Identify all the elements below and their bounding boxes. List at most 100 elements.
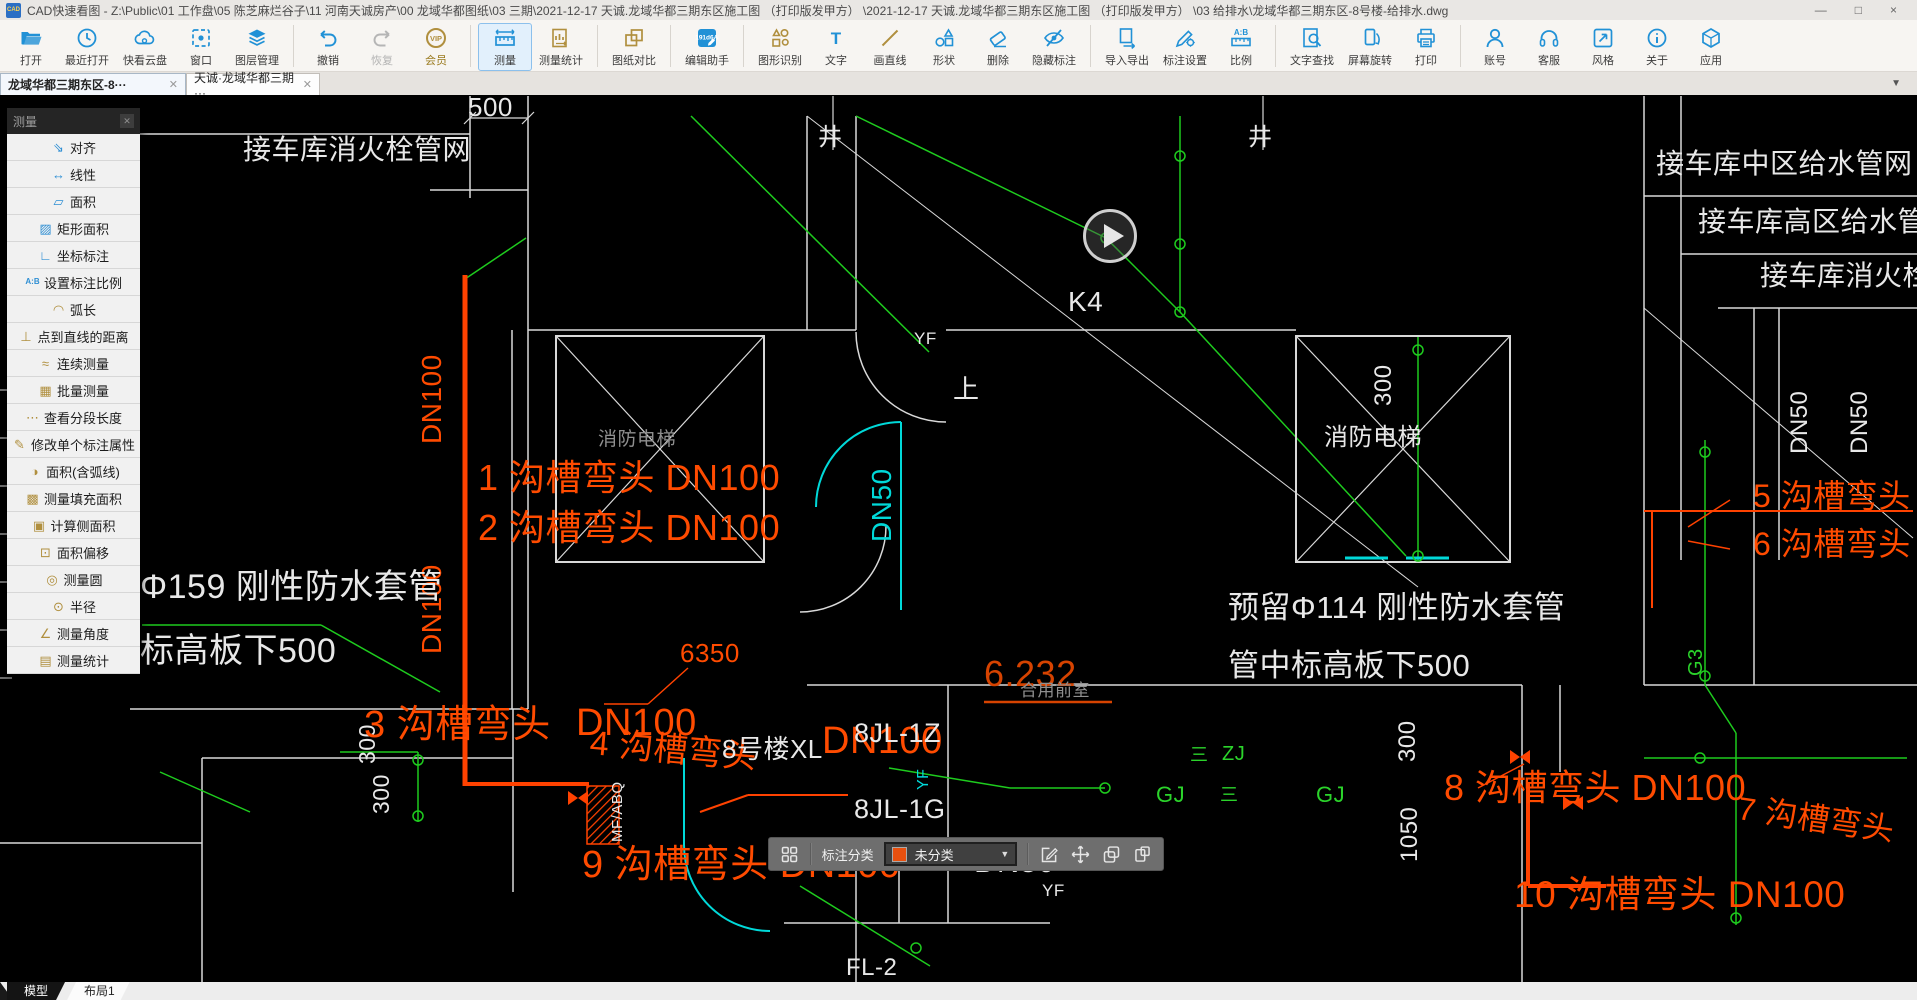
- measure-tool-18[interactable]: ⊙ 半径: [7, 593, 140, 620]
- toolbar-button-cadedit[interactable]: #2191d6AD 编辑助手: [678, 23, 736, 71]
- measure-tool-11[interactable]: ⋯ 查看分段长度: [7, 404, 140, 431]
- toolbar-button-ruler[interactable]: 测量: [478, 23, 532, 71]
- toolbar-button-undo[interactable]: 撤销: [301, 23, 355, 71]
- toolbar-button-clock[interactable]: 最近打开: [58, 23, 116, 71]
- measure-tool-10[interactable]: ▦ 批量测量: [7, 377, 140, 404]
- vip-icon: VIP: [424, 26, 448, 50]
- tab-close-icon[interactable]: ✕: [303, 78, 312, 91]
- toolbar-button-folder[interactable]: 打开: [4, 23, 58, 71]
- measure-tool-icon: ▣: [32, 517, 46, 533]
- measure-tool-13[interactable]: ◑ 面积(含弧线): [7, 458, 140, 485]
- measure-tool-7[interactable]: ◠ 弧长: [7, 296, 140, 323]
- measure-tool-8[interactable]: ⊥ 点到直线的距离: [7, 323, 140, 350]
- measure-tool-6[interactable]: A:B 设置标注比例: [7, 269, 140, 296]
- toolbar-button-window[interactable]: 窗口: [174, 23, 228, 71]
- measure-tool-19[interactable]: ∠ 测量角度: [7, 620, 140, 647]
- toolbar-button-layers[interactable]: 图层管理: [228, 23, 286, 71]
- play-button[interactable]: [1083, 209, 1137, 263]
- cad-annotation-text: 标高板下500: [140, 632, 337, 670]
- measure-tool-icon: ⇘: [53, 139, 64, 155]
- toolbar-button-print[interactable]: 打印: [1399, 23, 1453, 71]
- toolbar-button-shapes[interactable]: 形状: [917, 23, 971, 71]
- measure-panel-header[interactable]: 测量 ✕: [7, 108, 140, 134]
- close-button[interactable]: ×: [1890, 4, 1897, 16]
- toolbar-button-label: 恢复: [371, 55, 393, 67]
- grid-icon[interactable]: [779, 844, 800, 865]
- measure-tool-2[interactable]: ↔ 线性: [7, 161, 140, 188]
- classify-dropdown[interactable]: 未分类 ▼: [883, 842, 1018, 866]
- folder-icon: [19, 26, 43, 50]
- headset-icon: [1537, 26, 1561, 50]
- measure-tool-icon: ⊡: [40, 544, 51, 560]
- toolbar-button-headset[interactable]: 客服: [1522, 23, 1576, 71]
- move-icon[interactable]: [1070, 844, 1091, 865]
- toolbar-button-scale[interactable]: A:B 比例: [1214, 23, 1268, 71]
- toolbar-button-label: 编辑助手: [685, 55, 729, 67]
- paste-icon[interactable]: [1132, 844, 1153, 865]
- sheet-tab-1[interactable]: 模型: [7, 982, 65, 1000]
- copy-icon[interactable]: [1101, 844, 1122, 865]
- measure-tool-3[interactable]: ▱ 面积: [7, 188, 140, 215]
- measure-tool-9[interactable]: ≈ 连续测量: [7, 350, 140, 377]
- measure-tool-5[interactable]: ∟ 坐标标注: [7, 242, 140, 269]
- toolbar-button-eraser[interactable]: 删除: [971, 23, 1025, 71]
- measure-tool-14[interactable]: ▩ 测量填充面积: [7, 485, 140, 512]
- toolbar-button-pengear[interactable]: 标注设置: [1156, 23, 1214, 71]
- user-icon: [1483, 26, 1507, 50]
- toolbar-button-rotate[interactable]: 屏幕旋转: [1341, 23, 1399, 71]
- measure-tool-17[interactable]: ◎ 测量圆: [7, 566, 140, 593]
- sheet-tab-2[interactable]: 布局1: [67, 982, 132, 1000]
- cad-annotation-text: FL-2: [846, 954, 898, 981]
- measure-tool-icon: ✎: [14, 436, 25, 452]
- toolbar-button-label: 应用: [1700, 55, 1722, 67]
- toolbar-button-style[interactable]: 风格: [1576, 23, 1630, 71]
- toolbar-button-compare[interactable]: 图纸对比: [605, 23, 663, 71]
- measure-tool-20[interactable]: ▤ 测量统计: [7, 647, 140, 674]
- toolbar-button-redo[interactable]: 恢复: [355, 23, 409, 71]
- measure-tool-12[interactable]: ✎ 修改单个标注属性: [7, 431, 140, 458]
- toolbar-button-find[interactable]: 文字查找: [1283, 23, 1341, 71]
- measure-panel-close-icon[interactable]: ✕: [120, 114, 134, 128]
- cad-annotation-text: 6 沟槽弯头: [1753, 526, 1911, 562]
- toolbar-button-text[interactable]: T 文字: [809, 23, 863, 71]
- cad-annotation-text: MF/ABQ: [609, 781, 626, 842]
- toolbar-button-info[interactable]: 关于: [1630, 23, 1684, 71]
- toolbar-button-eyeoff[interactable]: 隐藏标注: [1025, 23, 1083, 71]
- measure-tool-15[interactable]: ▣ 计算侧面积: [7, 512, 140, 539]
- toolbar-button-cloud[interactable]: 快看云盘: [116, 23, 174, 71]
- measure-tool-16[interactable]: ⊡ 面积偏移: [7, 539, 140, 566]
- measure-tool-1[interactable]: ⇘ 对齐: [7, 134, 140, 161]
- tab-close-icon[interactable]: ✕: [169, 78, 178, 91]
- cad-annotation-text: 6350: [680, 638, 740, 668]
- edit2-icon[interactable]: [1039, 844, 1060, 865]
- toolbar-button-recognize[interactable]: 图形识别: [751, 23, 809, 71]
- toolbar-button-stats[interactable]: 测量统计: [532, 23, 590, 71]
- tab-list-dropdown-icon[interactable]: ▼: [1891, 78, 1901, 89]
- drawing-tab-1[interactable]: 龙域华都三期东区-8··· ✕: [0, 73, 186, 95]
- measure-tool-4[interactable]: ▨ 矩形面积: [7, 215, 140, 242]
- maximize-button[interactable]: □: [1855, 4, 1862, 16]
- measure-tool-icon: ▩: [26, 490, 39, 506]
- toolbar-button-vip[interactable]: VIP 会员: [409, 23, 463, 71]
- stats-icon: [549, 26, 573, 50]
- measure-tool-label: 线性: [69, 167, 96, 183]
- toolbar-group: 账号 客服 风格 关于 应用: [1468, 23, 1738, 71]
- cad-annotation-text: DN50: [866, 468, 897, 542]
- drawing-tab-2[interactable]: 天诚·龙域华都三期··· ✕: [186, 71, 320, 100]
- line-icon: [878, 26, 902, 50]
- style-icon: [1591, 26, 1615, 50]
- toolbar-button-import[interactable]: 导入导出: [1098, 23, 1156, 71]
- toolbar-separator: [1090, 25, 1091, 67]
- eraser-icon: [986, 26, 1010, 50]
- minimize-button[interactable]: —: [1815, 4, 1827, 16]
- measure-panel-title: 测量: [13, 114, 38, 129]
- toolbar-button-line[interactable]: 画直线: [863, 23, 917, 71]
- toolbar-button-app[interactable]: 应用: [1684, 23, 1738, 71]
- clock-icon: [75, 26, 99, 50]
- cad-annotation-text: GJ: [1156, 782, 1186, 807]
- toolbar-button-label: 删除: [987, 55, 1009, 67]
- measure-tool-label: 测量填充面积: [43, 491, 122, 507]
- toolbar-group: 文字查找 屏幕旋转 打印: [1283, 23, 1453, 71]
- toolbar-button-user[interactable]: 账号: [1468, 23, 1522, 71]
- drawing-canvas[interactable]: 500 接车库消火栓管网 井 井接车库中区给水管网 接车库高区给水管 接车库消火栓 K4 YF…: [0, 95, 1917, 982]
